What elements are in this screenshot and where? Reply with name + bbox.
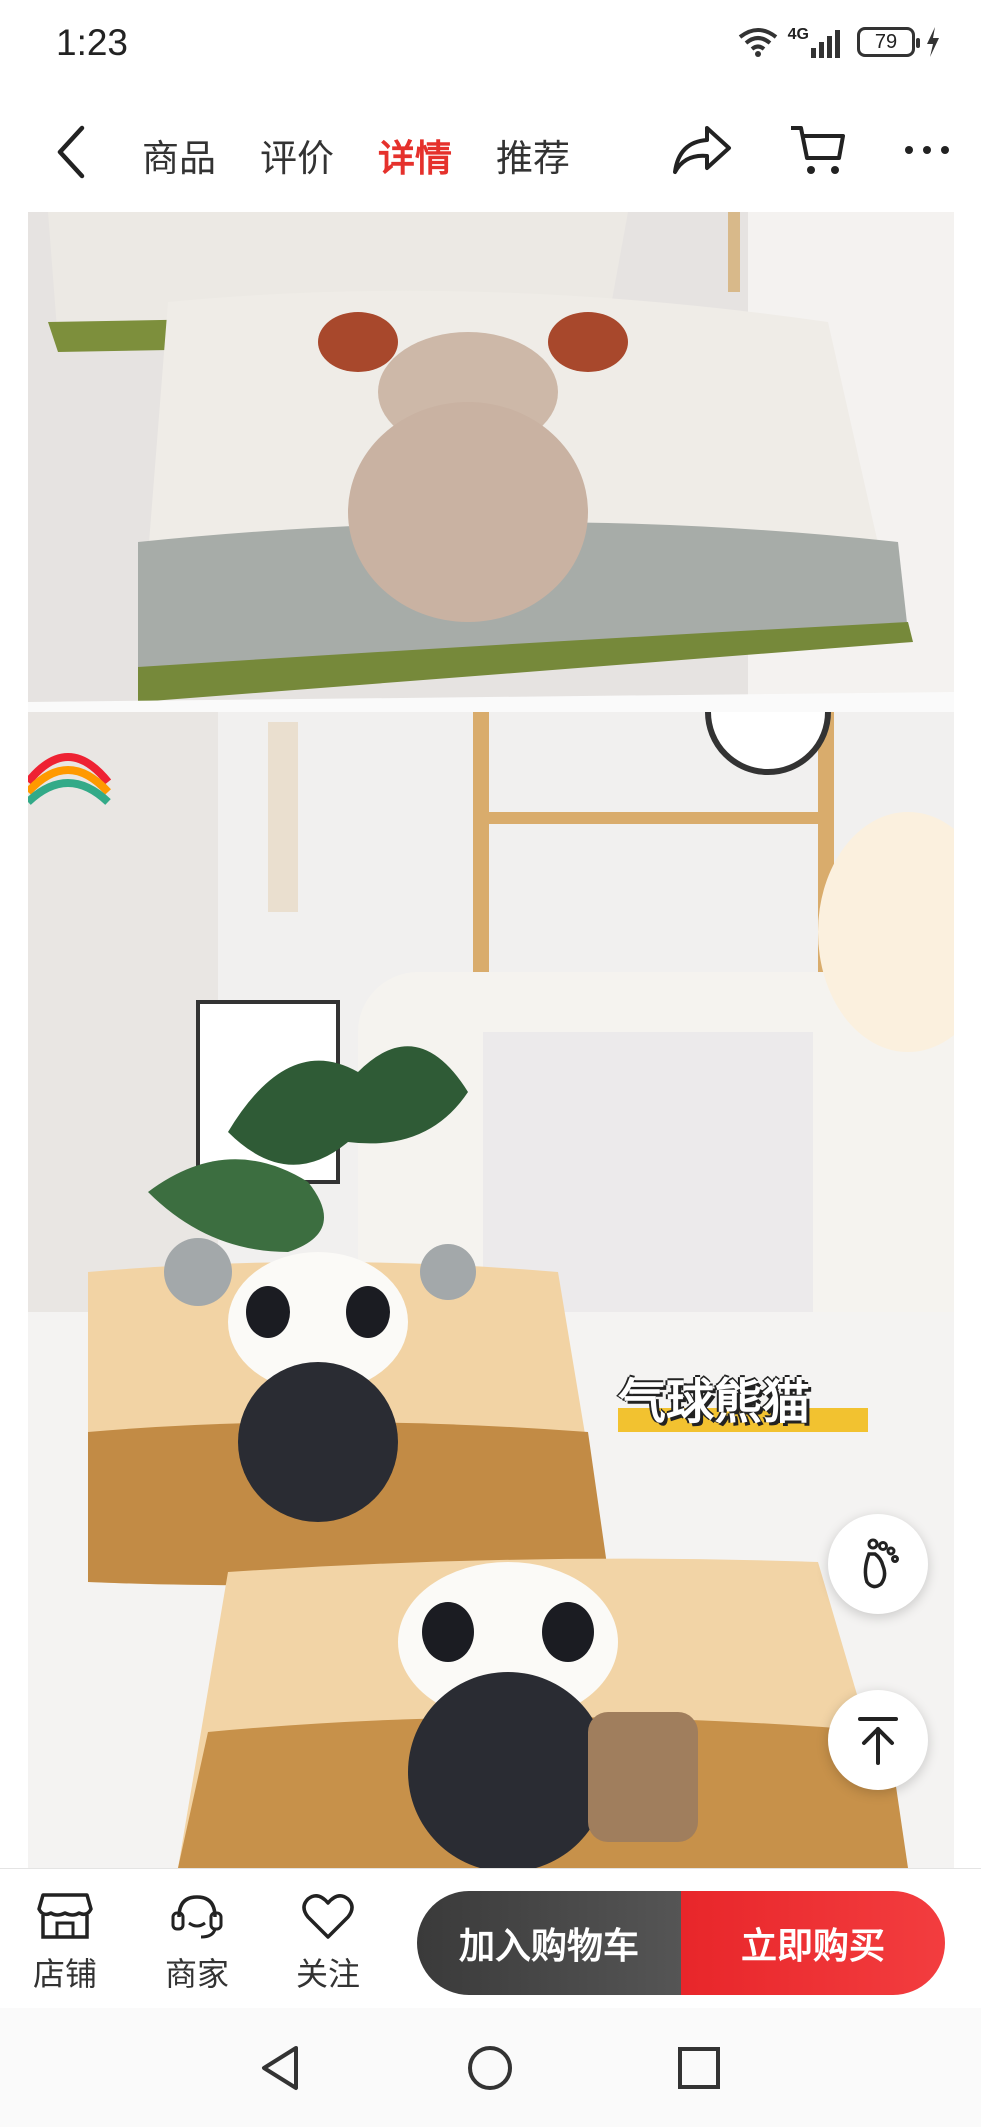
follow-button[interactable]: 关注 [283,1891,373,1995]
back-to-top-button[interactable] [828,1690,928,1790]
shop-button[interactable]: 店铺 [20,1891,110,1995]
detail-content: 气球熊猫 [28,212,954,1868]
purchase-buttons: 加入购物车 立即购买 [417,1891,945,1995]
buy-now-button[interactable]: 立即购买 [681,1891,945,1995]
merchant-label: 商家 [164,1955,229,1993]
dog-pillow-illustration [28,212,954,712]
image-caption: 气球熊猫 [618,1374,811,1430]
panda-pillow-illustration [28,649,954,1868]
product-nav-bar: 商品 评价 详情 推荐 [0,92,981,212]
add-to-cart-button[interactable]: 加入购物车 [417,1891,681,1995]
status-bar: 1:23 4G 79 [0,0,981,92]
footprint-icon [863,1538,899,1589]
charging-icon [927,27,939,57]
status-icons: 4G 79 [738,26,941,58]
system-home-icon[interactable] [466,2044,514,2092]
shop-label: 店铺 [32,1955,97,1993]
tab-recommend[interactable]: 推荐 [496,128,570,182]
footprint-button[interactable] [828,1514,928,1614]
back-button[interactable] [48,122,98,182]
tab-product[interactable]: 商品 [142,128,216,182]
cart-icon[interactable] [789,122,847,178]
shop-icon [37,1893,93,1939]
system-recents-icon[interactable] [677,2046,721,2090]
battery-level: 79 [874,30,898,53]
merchant-button[interactable]: 商家 [152,1891,242,1995]
product-image-dog-pillow [28,212,954,712]
system-back-icon[interactable] [258,2044,302,2092]
arrow-up-icon [858,1717,898,1765]
status-time: 1:23 [56,22,129,63]
chevron-left-icon [57,125,85,179]
heart-icon [302,1894,354,1939]
detail-tabs: 商品 评价 详情 推荐 [142,128,570,182]
network-type: 4G [787,26,809,43]
customer-service-icon [171,1895,223,1939]
product-image-panda-pillow: 气球熊猫 [28,649,954,1868]
signal-icon [811,30,840,58]
wifi-icon [738,28,777,57]
tab-reviews[interactable]: 评价 [260,128,334,182]
bottom-action-bar: 店铺 商家 关注 加入购物车 立即购买 [0,1868,981,2009]
tab-details[interactable]: 详情 [378,128,452,182]
follow-label: 关注 [295,1955,360,1993]
more-icon[interactable] [903,142,951,158]
share-icon[interactable] [671,122,733,178]
system-nav-bar [0,2008,981,2127]
battery-indicator: 79 [857,27,920,57]
